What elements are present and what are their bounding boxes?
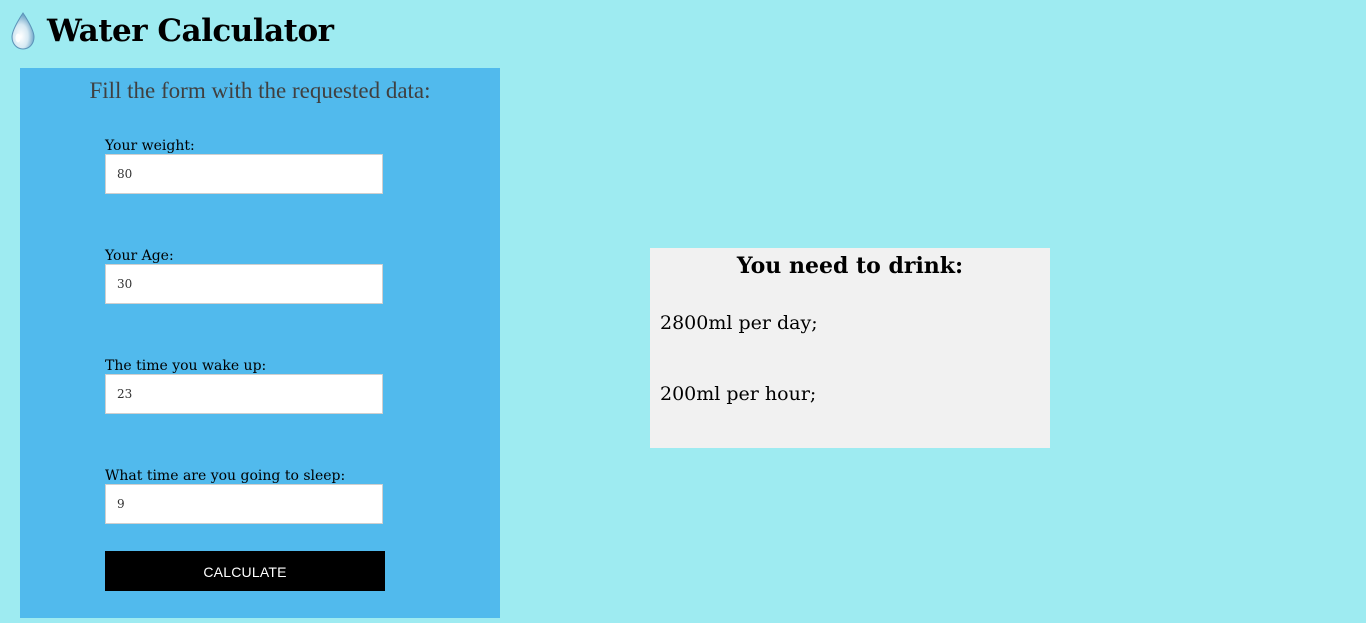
weight-field-group: Your weight:: [105, 138, 385, 194]
wake-time-field-group: The time you wake up:: [105, 358, 385, 414]
water-drop-icon: [8, 11, 38, 51]
wake-time-input[interactable]: [105, 374, 383, 414]
age-input[interactable]: [105, 264, 383, 304]
app-title: Water Calculator: [47, 13, 334, 49]
weight-input[interactable]: [105, 154, 383, 194]
sleep-time-field-group: What time are you going to sleep:: [105, 468, 385, 524]
age-field-group: Your Age:: [105, 248, 385, 304]
app-header: Water Calculator: [8, 8, 334, 54]
sleep-time-input[interactable]: [105, 484, 383, 524]
form-heading: Fill the form with the requested data:: [89, 78, 431, 103]
result-panel: You need to drink: 2800ml per day; 200ml…: [650, 248, 1050, 448]
sleep-time-label: What time are you going to sleep:: [105, 468, 346, 484]
age-label: Your Age:: [105, 248, 174, 264]
hourly-amount: 200ml per hour;: [660, 383, 817, 405]
wake-time-label: The time you wake up:: [105, 358, 267, 374]
calculate-button[interactable]: CALCULATE: [105, 551, 385, 591]
weight-label: Your weight:: [105, 138, 195, 154]
result-heading: You need to drink:: [736, 253, 964, 279]
water-form: Fill the form with the requested data: Y…: [20, 68, 500, 618]
daily-amount: 2800ml per day;: [660, 312, 818, 334]
